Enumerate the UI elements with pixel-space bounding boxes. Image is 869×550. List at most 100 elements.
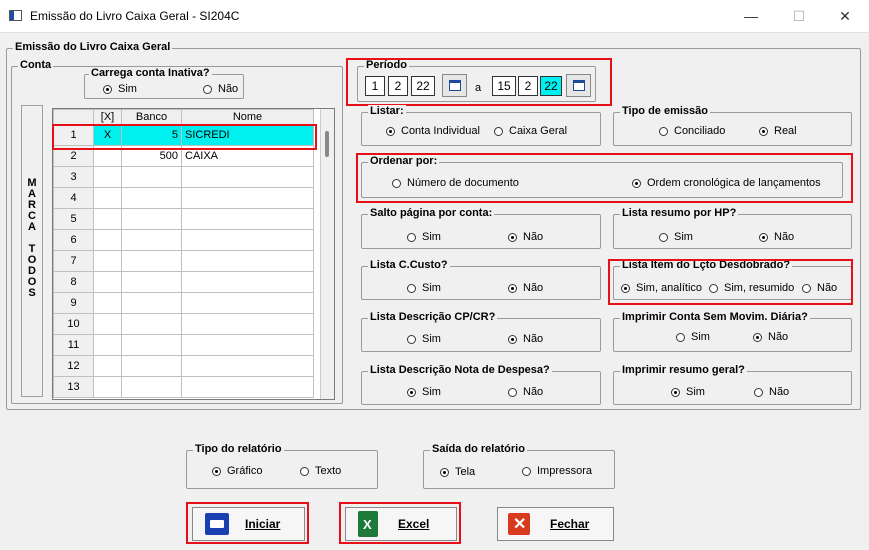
table-row[interactable]: 5 bbox=[53, 208, 314, 230]
saida-impressora-radio[interactable]: Impressora bbox=[522, 465, 592, 477]
row-number: 5 bbox=[53, 208, 94, 230]
close-button[interactable]: ✕ bbox=[822, 4, 868, 28]
relatorio-grafico-radio[interactable]: Gráfico bbox=[212, 465, 262, 477]
resumo-hp-group: Lista resumo por HP? Sim Não bbox=[613, 207, 852, 249]
row-banco-cell[interactable] bbox=[121, 187, 182, 209]
nota-despesa-label: Lista Descrição Nota de Despesa? bbox=[368, 364, 552, 376]
nota-sim-radio[interactable]: Sim bbox=[407, 386, 441, 398]
row-number: 7 bbox=[53, 250, 94, 272]
row-check-cell[interactable] bbox=[93, 250, 122, 272]
row-check-cell[interactable] bbox=[93, 187, 122, 209]
resumo-geral-nao-radio[interactable]: Não bbox=[754, 386, 789, 398]
row-number: 11 bbox=[53, 334, 94, 356]
minimize-button[interactable]: — bbox=[728, 4, 774, 28]
descricao-cpcr-label: Lista Descrição CP/CR? bbox=[368, 311, 498, 323]
conta-sem-mov-label: Imprimir Conta Sem Movim. Diária? bbox=[620, 311, 810, 323]
grid-scrollbar[interactable] bbox=[320, 109, 334, 399]
relatorio-texto-radio[interactable]: Texto bbox=[300, 465, 341, 477]
row-check-cell[interactable] bbox=[93, 208, 122, 230]
descricao-cpcr-group: Lista Descrição CP/CR? Sim Não bbox=[361, 311, 601, 352]
ordenar-red-frame bbox=[356, 153, 853, 203]
ccusto-sim-radio[interactable]: Sim bbox=[407, 282, 441, 294]
tipo-emissao-label: Tipo de emissão bbox=[620, 105, 710, 117]
row-banco-cell[interactable] bbox=[121, 292, 182, 314]
row-banco-cell[interactable] bbox=[121, 229, 182, 251]
sem-mov-nao-radio[interactable]: Não bbox=[753, 331, 788, 343]
tipo-relatorio-group: Tipo do relatório Gráfico Texto bbox=[186, 443, 378, 489]
row-check-cell[interactable] bbox=[93, 376, 122, 398]
row-nome-cell[interactable] bbox=[181, 376, 314, 398]
cpcr-sim-radio[interactable]: Sim bbox=[407, 333, 441, 345]
salto-nao-radio[interactable]: Não bbox=[508, 231, 543, 243]
carrega-sim-radio[interactable]: Sim bbox=[103, 83, 137, 95]
excel-red-frame bbox=[339, 502, 461, 544]
main-group-label: Emissão do Livro Caixa Geral bbox=[13, 41, 173, 53]
row-nome-cell[interactable] bbox=[181, 187, 314, 209]
table-row[interactable]: 3 bbox=[53, 166, 314, 188]
marca-todos-letter: A bbox=[28, 221, 36, 233]
marca-todos-button[interactable]: MARCATODOS bbox=[21, 105, 43, 397]
cpcr-nao-radio[interactable]: Não bbox=[508, 333, 543, 345]
title-bar: Emissão do Livro Caixa Geral - SI204C — … bbox=[0, 0, 869, 33]
row-check-cell[interactable] bbox=[93, 166, 122, 188]
listar-conta-individual-radio[interactable]: Conta Individual bbox=[386, 125, 480, 137]
saida-tela-radio[interactable]: Tela bbox=[440, 466, 475, 478]
tipo-conciliado-radio[interactable]: Conciliado bbox=[659, 125, 725, 137]
tipo-relatorio-label: Tipo do relatório bbox=[193, 443, 284, 455]
row-nome-cell[interactable] bbox=[181, 355, 314, 377]
row-banco-cell[interactable] bbox=[121, 355, 182, 377]
table-row[interactable]: 6 bbox=[53, 229, 314, 251]
ccusto-nao-radio[interactable]: Não bbox=[508, 282, 543, 294]
row-check-cell[interactable] bbox=[93, 292, 122, 314]
salto-sim-radio[interactable]: Sim bbox=[407, 231, 441, 243]
highlight-row-frame bbox=[52, 124, 317, 150]
iniciar-red-frame bbox=[186, 502, 309, 544]
row-nome-cell[interactable] bbox=[181, 250, 314, 272]
listar-label: Listar: bbox=[368, 105, 406, 117]
nota-nao-radio[interactable]: Não bbox=[508, 386, 543, 398]
row-nome-cell[interactable] bbox=[181, 334, 314, 356]
row-check-cell[interactable] bbox=[93, 271, 122, 293]
row-nome-cell[interactable] bbox=[181, 313, 314, 335]
table-row[interactable]: 11 bbox=[53, 334, 314, 356]
row-nome-cell[interactable] bbox=[181, 229, 314, 251]
row-check-cell[interactable] bbox=[93, 313, 122, 335]
row-banco-cell[interactable] bbox=[121, 271, 182, 293]
resumo-hp-sim-radio[interactable]: Sim bbox=[659, 231, 693, 243]
row-number: 8 bbox=[53, 271, 94, 293]
row-banco-cell[interactable] bbox=[121, 376, 182, 398]
periodo-red-frame bbox=[346, 58, 612, 106]
table-row[interactable]: 4 bbox=[53, 187, 314, 209]
row-banco-cell[interactable] bbox=[121, 250, 182, 272]
conta-label: Conta bbox=[18, 59, 54, 71]
ccusto-label: Lista C.Custo? bbox=[368, 259, 450, 271]
row-banco-cell[interactable] bbox=[121, 313, 182, 335]
row-nome-cell[interactable] bbox=[181, 208, 314, 230]
table-row[interactable]: 10 bbox=[53, 313, 314, 335]
fechar-button[interactable]: ✕ Fechar bbox=[497, 507, 614, 541]
row-nome-cell[interactable] bbox=[181, 292, 314, 314]
row-banco-cell[interactable] bbox=[121, 166, 182, 188]
resumo-geral-sim-radio[interactable]: Sim bbox=[671, 386, 705, 398]
row-banco-cell[interactable] bbox=[121, 334, 182, 356]
table-row[interactable]: 9 bbox=[53, 292, 314, 314]
resumo-geral-label: Imprimir resumo geral? bbox=[620, 364, 747, 376]
carrega-nao-radio[interactable]: Não bbox=[203, 83, 238, 95]
table-row[interactable]: 7 bbox=[53, 250, 314, 272]
table-row[interactable]: 8 bbox=[53, 271, 314, 293]
table-row[interactable]: 12 bbox=[53, 355, 314, 377]
row-check-cell[interactable] bbox=[93, 355, 122, 377]
row-check-cell[interactable] bbox=[93, 334, 122, 356]
sem-mov-sim-radio[interactable]: Sim bbox=[676, 331, 710, 343]
tipo-real-radio[interactable]: Real bbox=[759, 125, 797, 137]
row-nome-cell[interactable] bbox=[181, 271, 314, 293]
row-nome-cell[interactable] bbox=[181, 166, 314, 188]
scrollbar-thumb[interactable] bbox=[325, 131, 329, 157]
listar-caixa-geral-radio[interactable]: Caixa Geral bbox=[494, 125, 567, 137]
maximize-button[interactable]: ☐ bbox=[776, 4, 822, 28]
row-banco-cell[interactable] bbox=[121, 208, 182, 230]
row-check-cell[interactable] bbox=[93, 229, 122, 251]
table-row[interactable]: 13 bbox=[53, 376, 314, 398]
item-desdobrado-red-frame bbox=[608, 259, 853, 305]
resumo-hp-nao-radio[interactable]: Não bbox=[759, 231, 794, 243]
